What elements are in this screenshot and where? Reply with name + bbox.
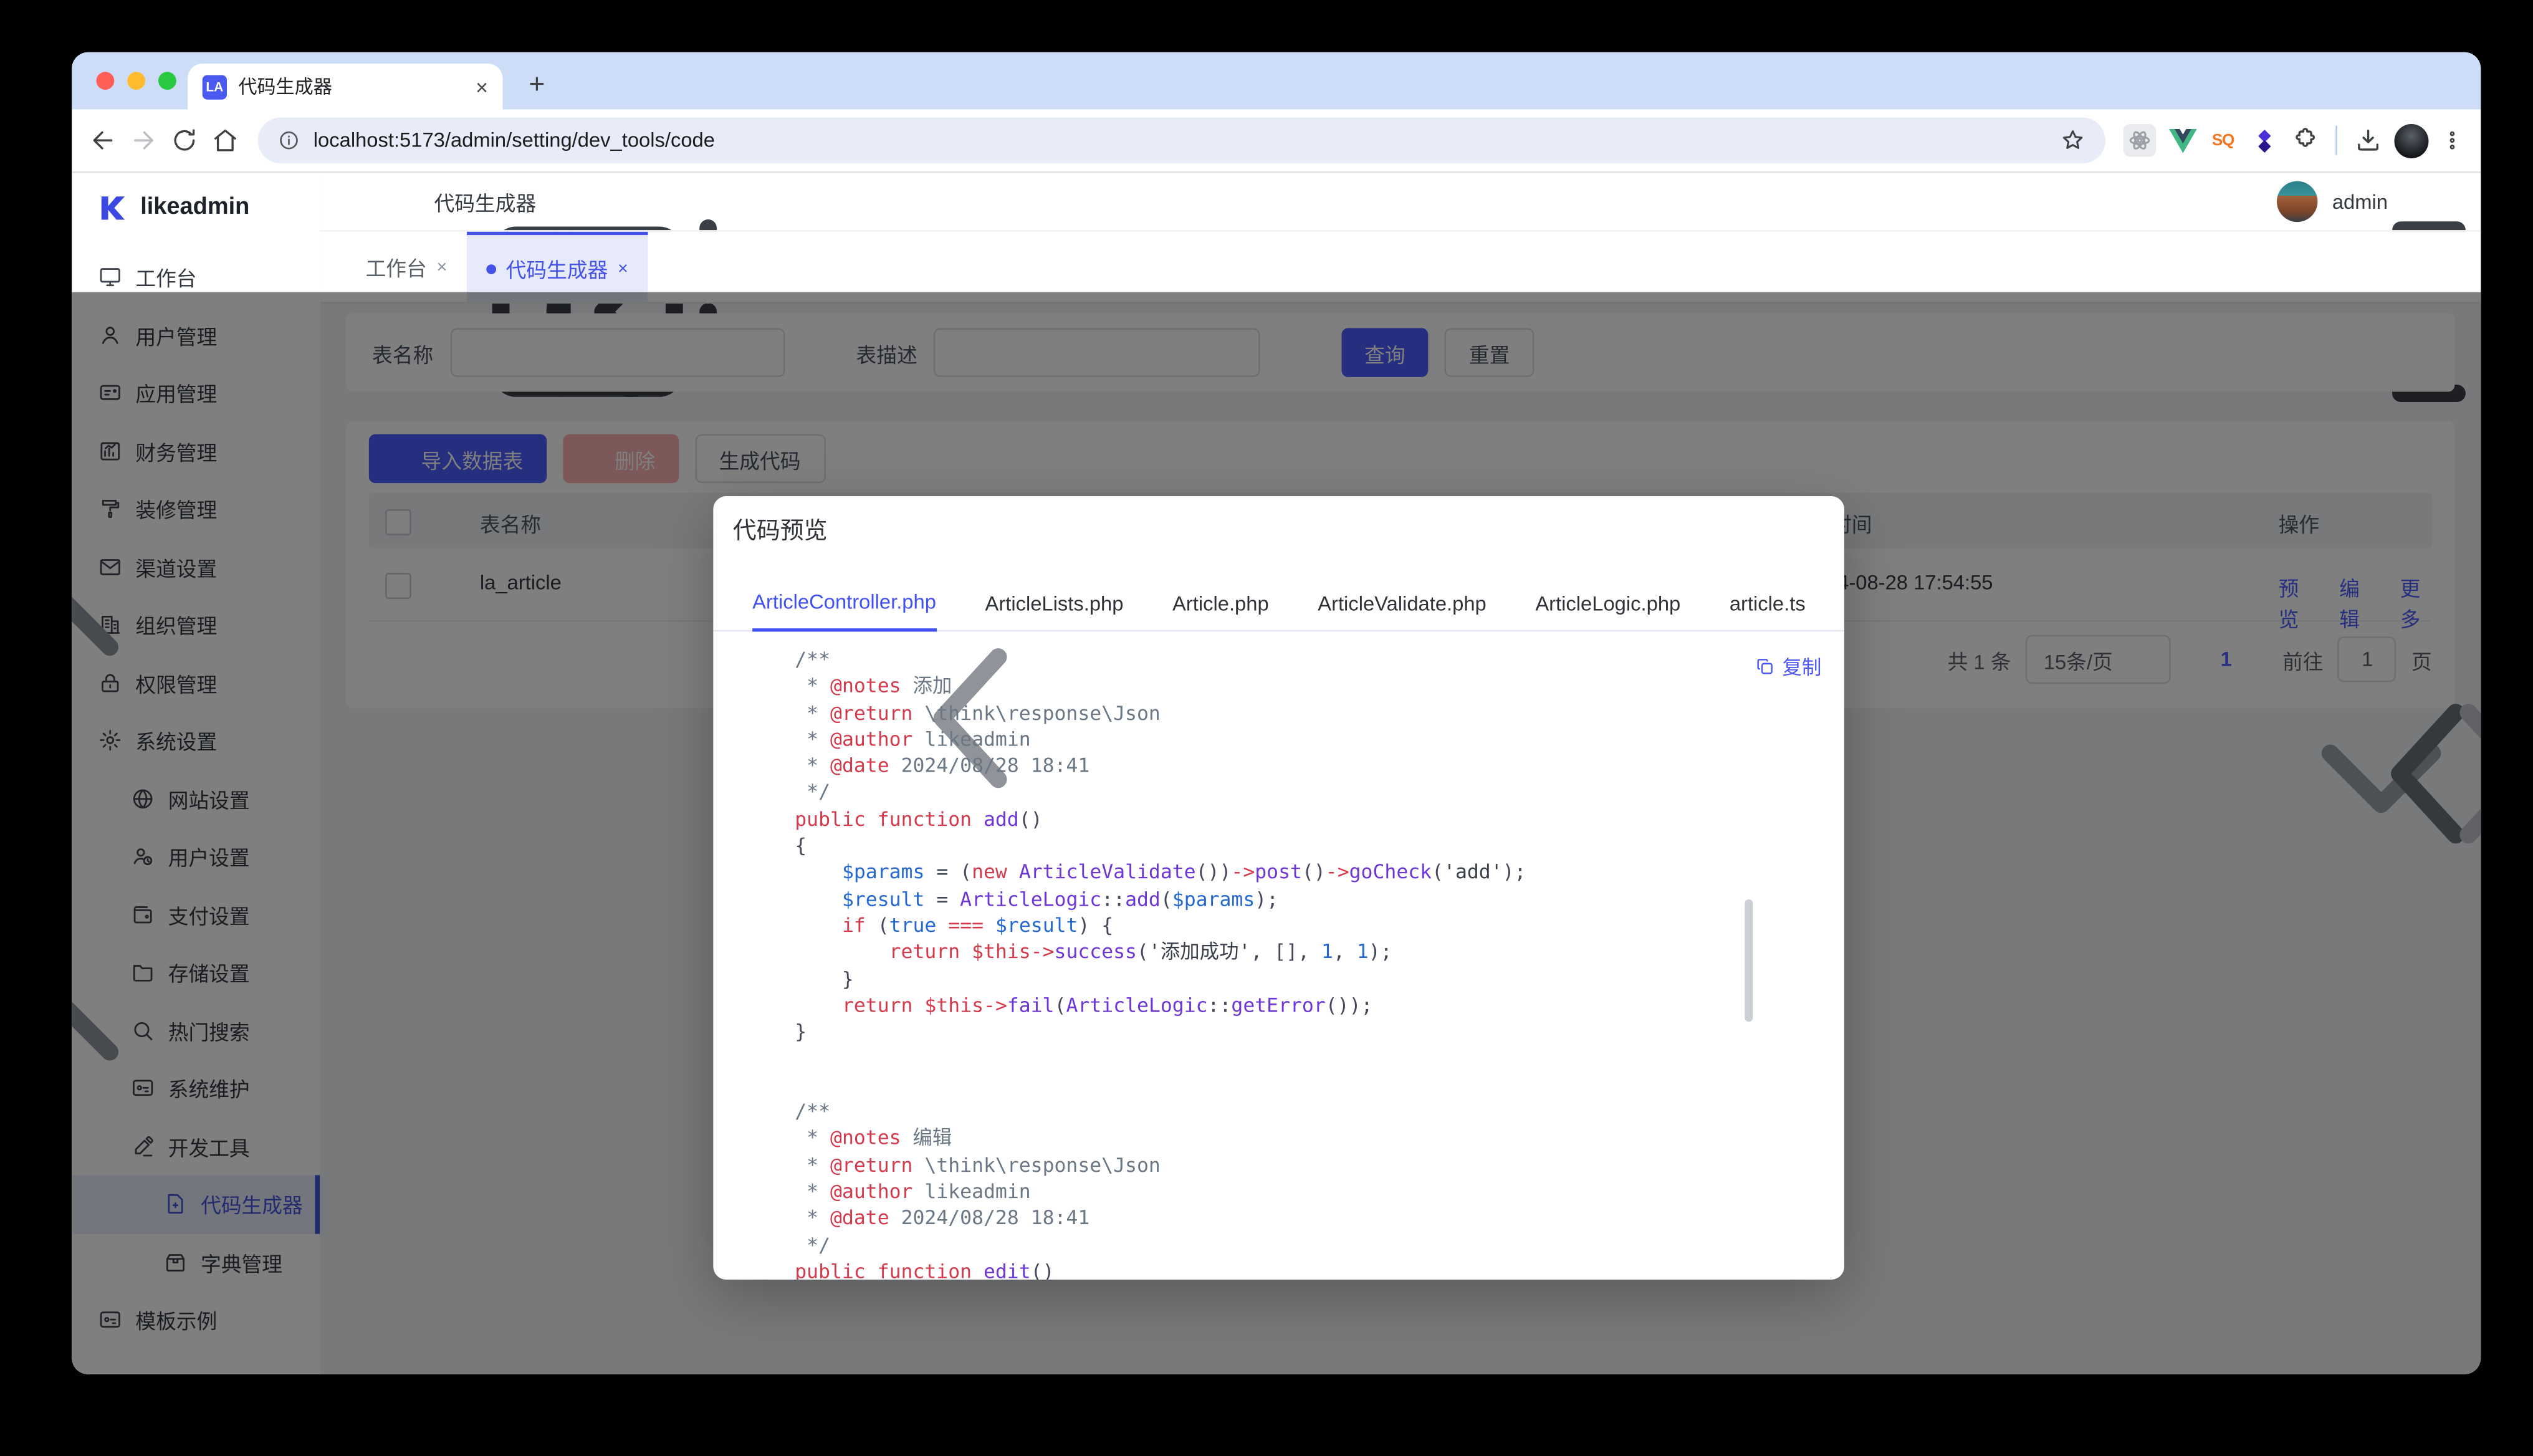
page-tab-close-icon[interactable]: × bbox=[437, 257, 448, 276]
back-button[interactable] bbox=[88, 126, 117, 155]
code-file-tab-4[interactable]: ArticleLogic.php bbox=[1535, 577, 1680, 631]
zoom-window-button[interactable] bbox=[158, 72, 176, 90]
react-devtools-icon[interactable] bbox=[2124, 124, 2156, 156]
tab-close-icon[interactable]: × bbox=[476, 76, 488, 97]
page-tab-0[interactable]: 工作台 × bbox=[346, 232, 467, 302]
tabs-chevron-down-icon[interactable] bbox=[2438, 257, 2458, 276]
forward-button[interactable] bbox=[129, 126, 158, 155]
app-logo[interactable]: likeadmin bbox=[72, 173, 320, 232]
active-tab-dot bbox=[486, 264, 496, 274]
vue-devtools-icon[interactable] bbox=[2168, 126, 2197, 155]
page-tab-label: 工作台 bbox=[366, 251, 427, 282]
browser-tab[interactable]: LA 代码生成器 × bbox=[188, 64, 502, 109]
dialog-close-icon[interactable] bbox=[1795, 514, 1818, 537]
tab-title: 代码生成器 bbox=[238, 74, 464, 100]
new-tab-button[interactable]: + bbox=[529, 69, 545, 101]
diamond-extension-icon[interactable] bbox=[2249, 126, 2278, 155]
tabs-scroll-left-icon[interactable] bbox=[728, 596, 746, 614]
code-preview-dialog: 代码预览 ArticleController.phpArticleLists.p… bbox=[713, 496, 1844, 1280]
sq-extension-icon[interactable]: SQ bbox=[2208, 126, 2238, 155]
dialog-title: 代码预览 bbox=[733, 512, 828, 547]
sidebar-item-label: 工作台 bbox=[135, 262, 196, 293]
tab-favicon: LA bbox=[203, 74, 227, 98]
app-header: 代码生成器 admin bbox=[320, 173, 2481, 231]
window-controls bbox=[96, 72, 176, 90]
copy-code-button[interactable]: 复制 bbox=[1755, 653, 1821, 681]
app-logo-text: likeadmin bbox=[140, 194, 249, 221]
breadcrumb: 代码生成器 bbox=[434, 186, 537, 218]
settings-gear-icon[interactable] bbox=[2433, 189, 2458, 214]
collapse-sidebar-icon[interactable] bbox=[343, 189, 367, 214]
page-tab-close-icon[interactable]: × bbox=[618, 259, 628, 278]
refresh-page-icon[interactable] bbox=[387, 189, 411, 214]
code-scrollbar-thumb[interactable] bbox=[1745, 899, 1753, 1022]
username[interactable]: admin bbox=[2332, 190, 2388, 213]
bookmark-star-icon[interactable] bbox=[2060, 127, 2086, 153]
url-bar[interactable]: localhost:5173/admin/setting/dev_tools/c… bbox=[258, 118, 2105, 163]
page-tab-label: 代码生成器 bbox=[506, 253, 608, 284]
user-avatar[interactable] bbox=[2277, 181, 2317, 222]
browser-menu-kebab-icon[interactable] bbox=[2440, 126, 2464, 155]
page-tab-1[interactable]: 代码生成器 × bbox=[467, 232, 648, 302]
user-chevron-down-icon[interactable] bbox=[2403, 193, 2419, 209]
browser-toolbar: localhost:5173/admin/setting/dev_tools/c… bbox=[72, 109, 2481, 173]
tabs-scroll-right-icon[interactable] bbox=[1808, 596, 1826, 614]
minimize-window-button[interactable] bbox=[127, 72, 145, 90]
code-file-tab-3[interactable]: ArticleValidate.php bbox=[1318, 577, 1487, 631]
extensions-puzzle-icon[interactable] bbox=[2290, 126, 2319, 155]
home-button[interactable] bbox=[211, 126, 240, 155]
code-block[interactable]: /** * @notes 添加 * @return \think\respons… bbox=[795, 646, 1782, 1280]
workbench-icon bbox=[98, 265, 122, 289]
fullscreen-icon[interactable] bbox=[2238, 189, 2262, 214]
downloads-button[interactable] bbox=[2353, 126, 2383, 155]
site-info-icon[interactable] bbox=[277, 129, 300, 152]
reload-button[interactable] bbox=[170, 126, 199, 155]
url-text[interactable]: localhost:5173/admin/setting/dev_tools/c… bbox=[314, 129, 2047, 152]
browser-tabstrip: LA 代码生成器 × + bbox=[72, 52, 2481, 110]
copy-icon bbox=[1755, 656, 1776, 678]
close-window-button[interactable] bbox=[96, 72, 114, 90]
browser-window: LA 代码生成器 × + localhost:5173/admin/settin… bbox=[72, 52, 2481, 1374]
toolbar-divider bbox=[2335, 126, 2337, 155]
code-file-tab-5[interactable]: article.ts bbox=[1730, 577, 1806, 631]
browser-profile-avatar[interactable] bbox=[2394, 123, 2428, 158]
likeadmin-logo-icon bbox=[96, 192, 127, 223]
